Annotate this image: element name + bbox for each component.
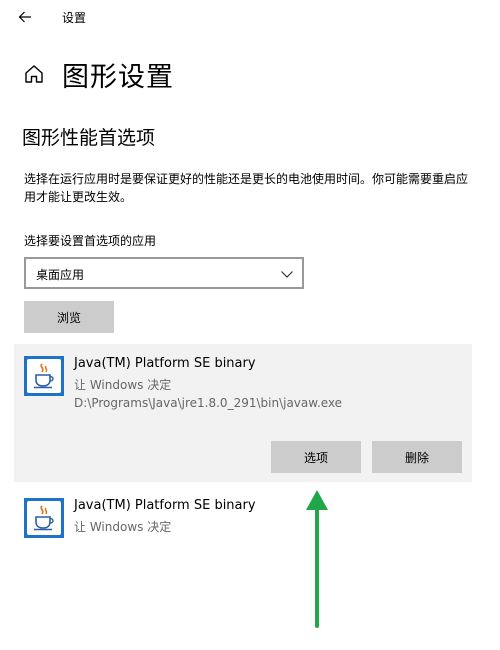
home-icon[interactable] xyxy=(22,62,46,86)
delete-button[interactable]: 删除 xyxy=(372,441,462,473)
browse-button[interactable]: 浏览 xyxy=(24,301,114,333)
app-name: Java(TM) Platform SE binary xyxy=(74,498,256,513)
title-bar: 设置 xyxy=(0,0,500,34)
section-title: 图形性能首选项 xyxy=(22,127,156,149)
app-path: D:\Programs\Java\jre1.8.0_291\bin\javaw.… xyxy=(74,396,343,410)
app-preference: 让 Windows 决定 xyxy=(74,378,172,392)
window-title: 设置 xyxy=(62,11,87,25)
page-header: 图形设置 xyxy=(22,56,174,93)
app-list-item-selected[interactable]: Java(TM) Platform SE binary 让 Windows 决定… xyxy=(14,344,472,482)
java-icon xyxy=(24,356,64,396)
app-preference: 让 Windows 决定 xyxy=(74,520,172,534)
options-button[interactable]: 选项 xyxy=(271,441,361,473)
chevron-down-icon xyxy=(281,271,293,278)
java-icon xyxy=(24,498,64,538)
app-type-selected: 桌面应用 xyxy=(36,268,85,282)
app-picker-label: 选择要设置首选项的应用 xyxy=(24,234,157,248)
app-type-dropdown[interactable]: 桌面应用 xyxy=(24,257,304,289)
page-title: 图形设置 xyxy=(62,61,174,93)
back-button[interactable] xyxy=(14,6,36,28)
section-description: 选择在运行应用时是要保证更好的性能还是更长的电池使用时间。你可能需要重启应用才能… xyxy=(24,172,469,204)
green-arrow-annotation xyxy=(306,490,328,628)
back-arrow-icon xyxy=(18,11,31,23)
app-name: Java(TM) Platform SE binary xyxy=(74,356,256,371)
app-list-item[interactable]: Java(TM) Platform SE binary 让 Windows 决定 xyxy=(14,486,472,538)
